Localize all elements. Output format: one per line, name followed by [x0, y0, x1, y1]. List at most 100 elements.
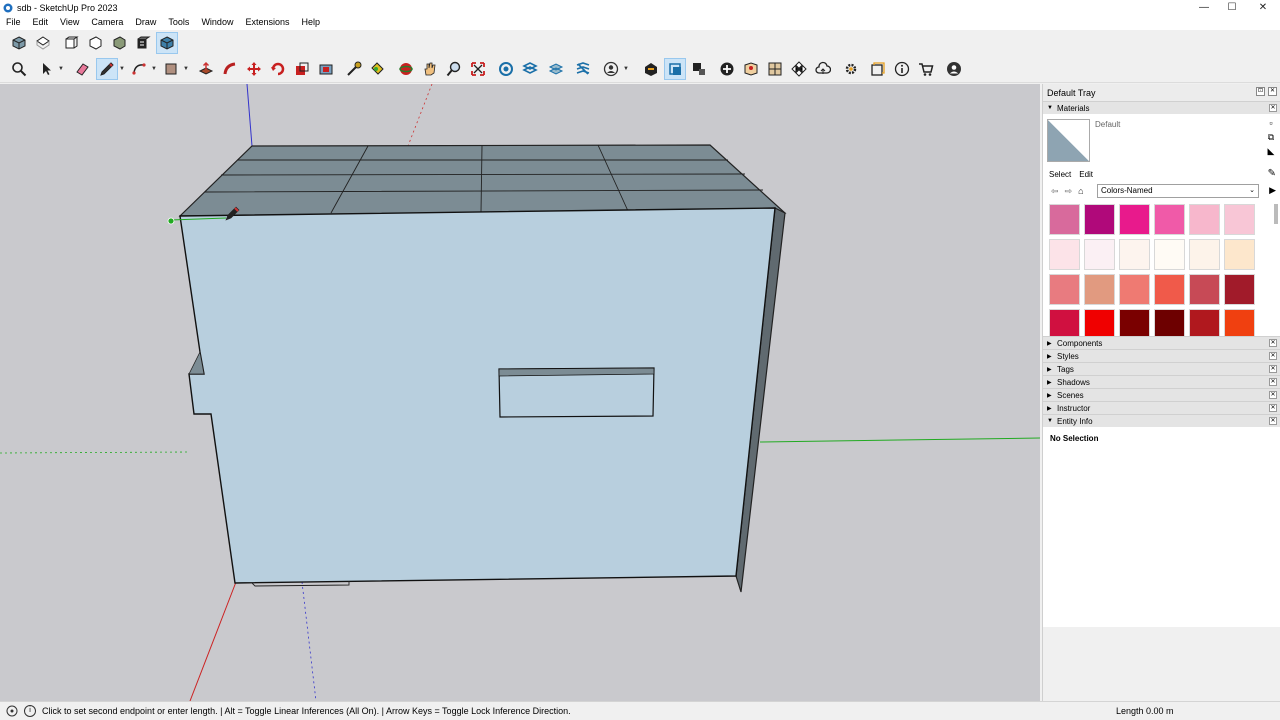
select-arrow-icon[interactable] — [35, 58, 57, 80]
material-swatch[interactable] — [1119, 309, 1150, 336]
default-material-icon[interactable]: ◣ — [1266, 146, 1276, 156]
home-icon[interactable]: ⌂ — [1078, 186, 1083, 196]
material-swatch[interactable] — [1189, 204, 1220, 235]
material-swatch[interactable] — [1049, 204, 1080, 235]
bottom-view-icon[interactable] — [156, 32, 178, 54]
shadows-panel-close-icon[interactable]: ✕ — [1269, 378, 1277, 386]
material-preview-swatch[interactable] — [1047, 119, 1090, 162]
create-material-icon[interactable]: ⧉ — [1266, 132, 1276, 142]
entity-info-panel-close-icon[interactable]: ✕ — [1269, 417, 1277, 425]
material-name[interactable]: Default — [1095, 120, 1120, 129]
rotate-icon[interactable] — [267, 58, 289, 80]
iso-view-icon[interactable] — [8, 32, 30, 54]
zoom-extents-search-icon[interactable] — [8, 58, 30, 80]
material-swatch[interactable] — [1119, 274, 1150, 305]
eraser-icon[interactable] — [71, 58, 93, 80]
follow-me-icon[interactable] — [219, 58, 241, 80]
minimize-button[interactable]: — — [1189, 0, 1219, 15]
extension-manager-icon[interactable] — [664, 58, 686, 80]
materials-panel-close-icon[interactable]: ✕ — [1269, 104, 1277, 112]
material-swatch[interactable] — [1154, 274, 1185, 305]
arc-dropdown-chevron-icon[interactable]: ▼ — [151, 58, 157, 80]
account-dropdown-chevron-icon[interactable]: ▼ — [623, 58, 629, 80]
menu-camera[interactable]: Camera — [85, 15, 129, 30]
styles-panel-close-icon[interactable]: ✕ — [1269, 352, 1277, 360]
instructor-panel-close-icon[interactable]: ✕ — [1269, 404, 1277, 412]
tags-panel-header[interactable]: ▶ Tags ✕ — [1043, 362, 1280, 375]
material-swatch[interactable] — [1049, 274, 1080, 305]
tags-panel-close-icon[interactable]: ✕ — [1269, 365, 1277, 373]
orbit-icon[interactable] — [395, 58, 417, 80]
right-view-icon[interactable] — [84, 32, 106, 54]
swatch-scrollbar[interactable] — [1274, 204, 1278, 224]
scale-icon[interactable] — [291, 58, 313, 80]
material-swatch[interactable] — [1154, 204, 1185, 235]
material-swatch[interactable] — [1224, 239, 1255, 270]
zoom-magnifier-icon[interactable] — [443, 58, 465, 80]
material-swatch[interactable] — [1189, 239, 1220, 270]
shape-dropdown-chevron-icon[interactable]: ▼ — [183, 58, 189, 80]
menu-extensions[interactable]: Extensions — [239, 15, 295, 30]
menu-file[interactable]: File — [0, 15, 27, 30]
pan-hand-icon[interactable] — [419, 58, 441, 80]
profile-avatar-icon[interactable] — [943, 58, 965, 80]
material-library-select[interactable]: Colors-Named ⌄ — [1097, 184, 1259, 198]
scenes-panel-close-icon[interactable]: ✕ — [1269, 391, 1277, 399]
material-swatch[interactable] — [1224, 204, 1255, 235]
material-swatch[interactable] — [1084, 274, 1115, 305]
warehouse-icon[interactable] — [640, 58, 662, 80]
add-location-plus-icon[interactable] — [716, 58, 738, 80]
tab-edit[interactable]: Edit — [1079, 170, 1093, 179]
material-swatch[interactable] — [1084, 309, 1115, 336]
front-face[interactable] — [179, 207, 776, 584]
scenes-panel-header[interactable]: ▶ Scenes ✕ — [1043, 388, 1280, 401]
top-face[interactable] — [178, 144, 787, 217]
back-view-icon[interactable] — [108, 32, 130, 54]
instructor-status-icon[interactable]: i — [24, 705, 36, 717]
arc-icon[interactable] — [128, 58, 150, 80]
material-swatch[interactable] — [1084, 204, 1115, 235]
material-swatch[interactable] — [1049, 239, 1080, 270]
move-icon[interactable] — [243, 58, 265, 80]
instructor-panel-header[interactable]: ▶ Instructor ✕ — [1043, 401, 1280, 414]
material-swatch[interactable] — [1224, 274, 1255, 305]
photo-textures-icon[interactable] — [764, 58, 786, 80]
material-swatch[interactable] — [1049, 309, 1080, 336]
outliner-panel-icon[interactable] — [867, 58, 889, 80]
components-panel-close-icon[interactable]: ✕ — [1269, 339, 1277, 347]
model-viewport[interactable] — [0, 84, 1040, 701]
instructor-info-icon[interactable] — [891, 58, 913, 80]
line-pencil-icon[interactable] — [96, 58, 118, 80]
styles-panel-header[interactable]: ▶ Styles ✕ — [1043, 349, 1280, 362]
menu-view[interactable]: View — [54, 15, 85, 30]
model-canvas[interactable] — [0, 84, 1040, 701]
menu-draw[interactable]: Draw — [129, 15, 162, 30]
sample-paint-icon[interactable]: ✎ — [1268, 168, 1276, 179]
entity-info-panel-header[interactable]: ▼ Entity Info ✕ — [1043, 414, 1280, 427]
close-button[interactable]: ✕ — [1248, 0, 1278, 15]
display-secondary-pane-icon[interactable]: ▫ — [1266, 118, 1276, 128]
select-dropdown-chevron-icon[interactable]: ▼ — [58, 58, 64, 80]
details-arrow-icon[interactable]: ▶ — [1269, 185, 1276, 196]
paint-bucket-icon[interactable] — [366, 58, 388, 80]
material-swatch[interactable] — [1154, 309, 1185, 336]
material-swatch[interactable] — [1189, 309, 1220, 336]
section-fill-icon[interactable] — [572, 58, 594, 80]
push-pull-icon[interactable] — [195, 58, 217, 80]
geo-location-status-icon[interactable] — [6, 705, 18, 717]
material-swatch[interactable] — [1119, 204, 1150, 235]
material-swatch[interactable] — [1084, 239, 1115, 270]
maximize-button[interactable]: ☐ — [1217, 0, 1247, 15]
menu-help[interactable]: Help — [295, 15, 326, 30]
section-display-icon[interactable] — [519, 58, 541, 80]
menu-edit[interactable]: Edit — [27, 15, 55, 30]
menu-window[interactable]: Window — [195, 15, 239, 30]
rectangle-icon[interactable] — [160, 58, 182, 80]
tab-select[interactable]: Select — [1049, 170, 1071, 179]
offset-icon[interactable] — [315, 58, 337, 80]
left-view-icon[interactable] — [132, 32, 154, 54]
menu-tools[interactable]: Tools — [162, 15, 195, 30]
material-swatch[interactable] — [1154, 239, 1185, 270]
top-view-icon[interactable] — [32, 32, 54, 54]
material-swatch[interactable] — [1119, 239, 1150, 270]
